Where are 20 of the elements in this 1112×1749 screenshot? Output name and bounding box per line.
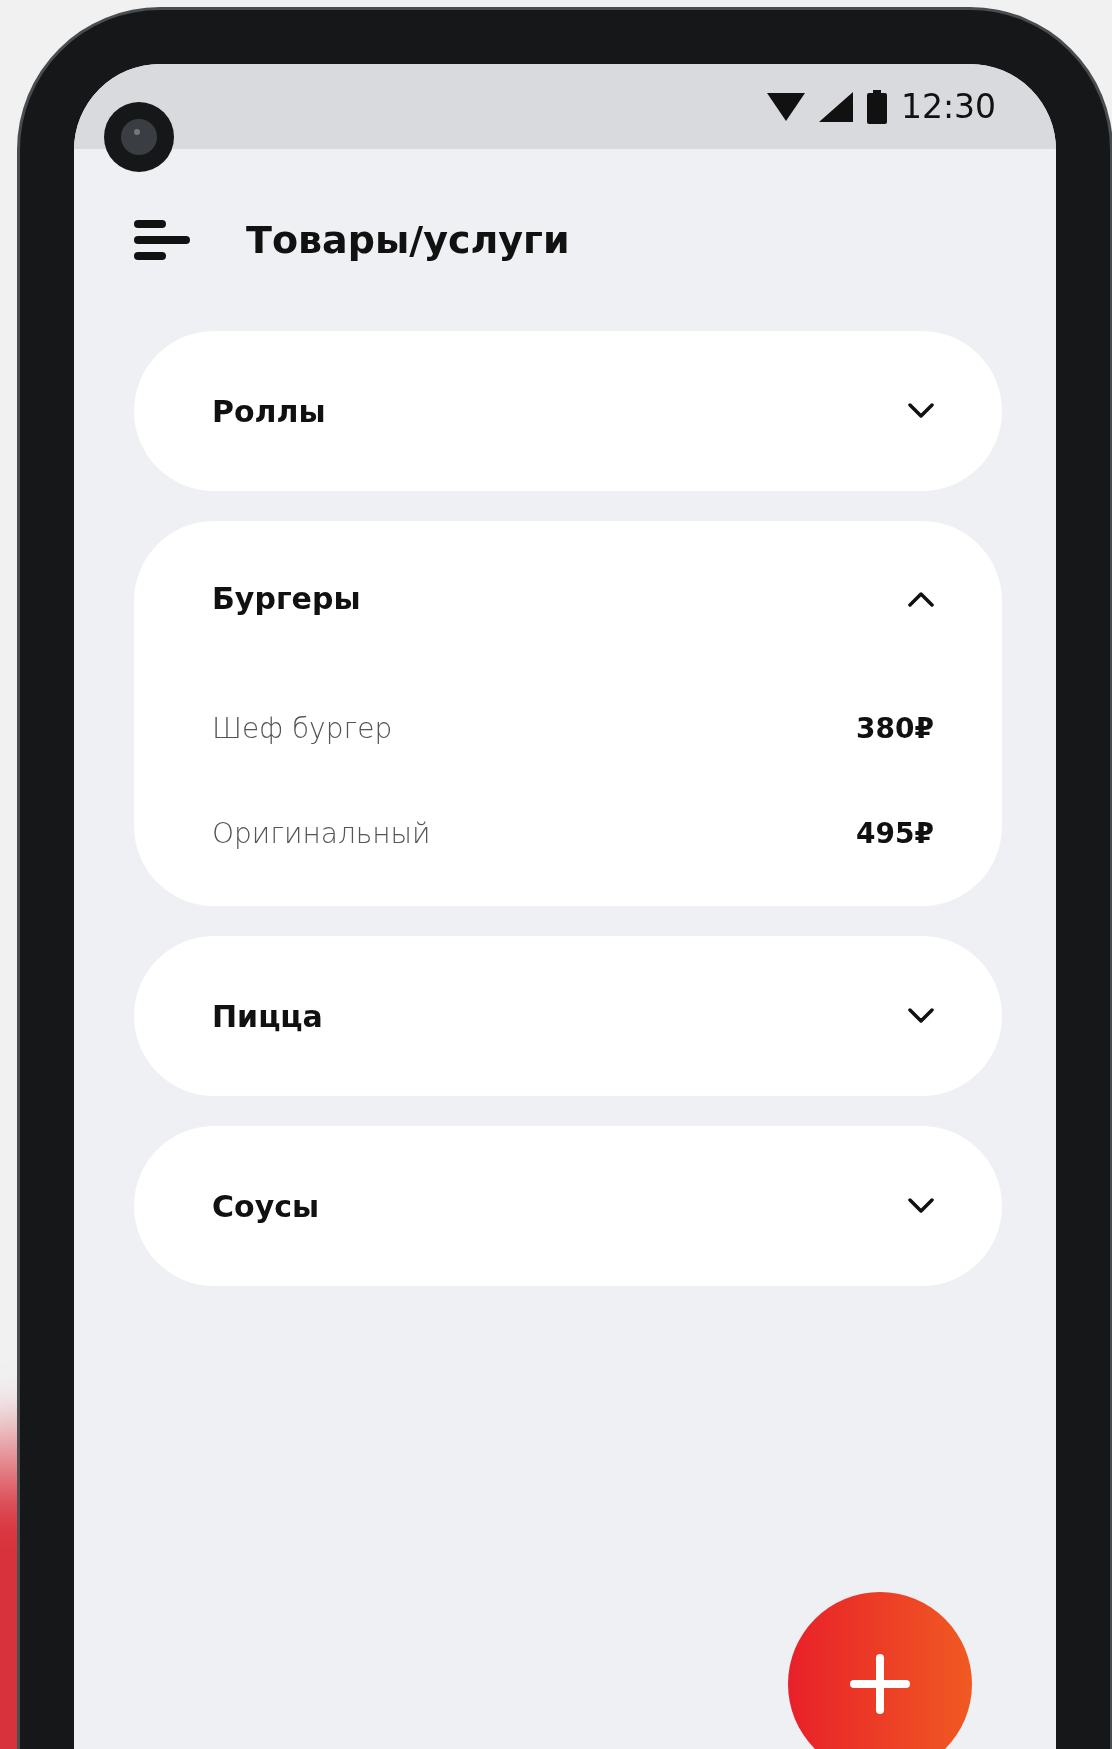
category-title[interactable]: Пицца bbox=[212, 998, 323, 1034]
plus-icon bbox=[850, 1654, 910, 1714]
chevron-down-icon[interactable] bbox=[908, 1198, 934, 1214]
chevron-up-icon[interactable] bbox=[908, 590, 934, 607]
menu-icon[interactable] bbox=[134, 220, 190, 260]
wifi-icon bbox=[766, 92, 805, 121]
product-name[interactable]: Шеф бургер bbox=[212, 712, 393, 745]
product-price: 495₽ bbox=[856, 817, 934, 850]
chevron-down-icon[interactable] bbox=[908, 403, 934, 419]
battery-icon bbox=[866, 89, 887, 124]
category-title[interactable]: Роллы bbox=[212, 393, 326, 429]
signal-icon bbox=[818, 91, 853, 122]
category-title[interactable]: Бургеры bbox=[212, 581, 361, 616]
camera-icon bbox=[104, 102, 174, 172]
product-name[interactable]: Оригинальный bbox=[212, 817, 431, 850]
product-price: 380₽ bbox=[856, 712, 934, 745]
chevron-down-icon[interactable] bbox=[908, 1008, 934, 1024]
category-title[interactable]: Соусы bbox=[212, 1188, 320, 1224]
status-time: 12:30 bbox=[900, 87, 996, 126]
page-title: Товары/услуги bbox=[246, 218, 570, 262]
